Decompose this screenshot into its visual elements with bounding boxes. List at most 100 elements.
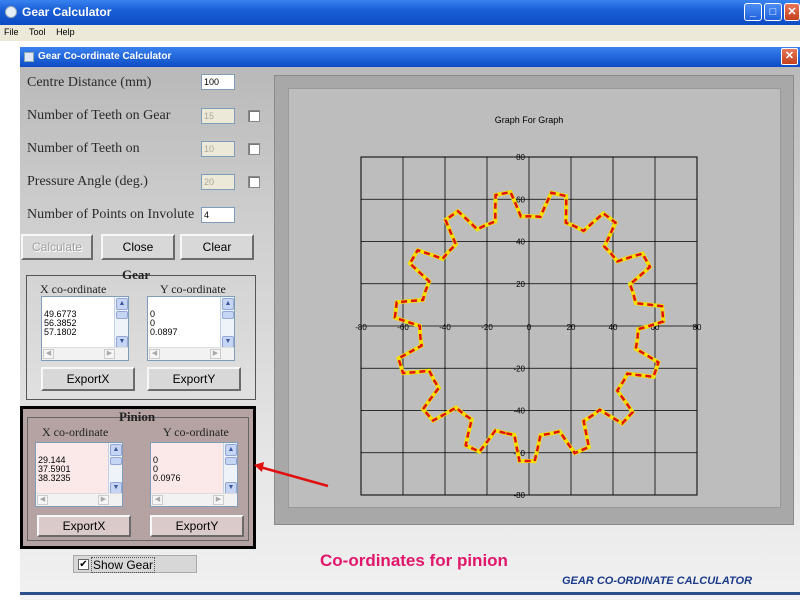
scroll-right-icon[interactable]: ▶ (104, 349, 115, 359)
vertical-scrollbar[interactable]: ▲ ▼ (223, 443, 237, 495)
show-gear-control[interactable]: ✔ Show Gear (73, 555, 197, 573)
scroll-thumb[interactable] (225, 457, 237, 465)
scroll-left-icon[interactable]: ◀ (149, 349, 160, 359)
scroll-thumb[interactable] (116, 311, 128, 319)
pressure-angle-checkbox[interactable] (248, 176, 260, 188)
teeth-on-checkbox[interactable] (248, 143, 260, 155)
maximize-button[interactable]: □ (764, 3, 782, 21)
pinion-highlight-box: Pinion X co-ordinate Y co-ordinate 29.14… (20, 406, 256, 549)
window-bottom-border (20, 592, 800, 595)
gear-x-list[interactable]: 49.6773 56.3852 57.1802 ▲ ▼ ◀ ▶ (41, 296, 129, 361)
graph-frame: Graph For Graph -80 -60 -40 -20 0 20 40 60 80 -80 -… (274, 75, 794, 525)
involute-points-field[interactable]: 4 (201, 207, 235, 223)
gear-y-title: Y co-ordinate (160, 282, 226, 296)
pinion-export-x-button[interactable]: ExportX (37, 515, 131, 537)
scroll-thumb[interactable] (222, 311, 234, 319)
vertical-scrollbar[interactable]: ▲ ▼ (220, 297, 234, 349)
graph-panel: Graph For Graph -80 -60 -40 -20 0 20 40 60 80 -80 -… (288, 88, 781, 508)
scroll-up-icon[interactable]: ▲ (225, 444, 237, 456)
involute-points-label: Number of Points on Involute (27, 207, 195, 222)
horizontal-scrollbar[interactable]: ◀ ▶ (148, 347, 234, 360)
teeth-gear-field[interactable]: 15 (201, 108, 235, 124)
horizontal-scrollbar[interactable]: ◀ ▶ (151, 493, 237, 506)
x-tick-label: -20 (481, 323, 493, 332)
vertical-scrollbar[interactable]: ▲ ▼ (108, 443, 122, 495)
scroll-up-icon[interactable]: ▲ (110, 444, 122, 456)
pinion-x-title: X co-ordinate (42, 425, 109, 439)
centre-distance-field[interactable]: 100 (201, 74, 235, 90)
pinion-y-list[interactable]: 0 0 0.0976 ▲ ▼ ◀ ▶ (150, 442, 238, 507)
pinion-export-y-button[interactable]: ExportY (150, 515, 244, 537)
pinion-x-values: 29.144 37.5901 38.3235 (38, 456, 71, 483)
menu-tool[interactable]: Tool (25, 25, 50, 37)
pressure-angle-field[interactable]: 20 (201, 174, 235, 190)
scroll-left-icon[interactable]: ◀ (43, 349, 54, 359)
menu-file[interactable]: File (0, 25, 23, 37)
y-tick-label: 40 (516, 238, 525, 247)
child-close-button[interactable]: ✕ (781, 48, 798, 65)
gear-y-value: 0.0897 (150, 327, 178, 337)
x-tick-label: -80 (355, 323, 367, 332)
vertical-scrollbar[interactable]: ▲ ▼ (114, 297, 128, 349)
y-tick-label: -20 (513, 364, 525, 373)
show-gear-checkbox[interactable]: ✔ (78, 559, 89, 570)
scroll-right-icon[interactable]: ▶ (98, 495, 109, 505)
gear-y-list[interactable]: 0 0 0.0897 ▲ ▼ ◀ ▶ (147, 296, 235, 361)
pinion-group-title: Pinion (119, 409, 156, 424)
x-tick-label: 40 (609, 323, 618, 332)
footer-title: GEAR CO-ORDINATE CALCULATOR (562, 575, 753, 587)
minimize-button[interactable]: _ (744, 3, 762, 21)
scroll-thumb[interactable] (110, 457, 122, 465)
gear-export-y-button[interactable]: ExportY (147, 367, 241, 391)
pinion-annotation: Co-ordinates for pinion (320, 551, 508, 570)
scroll-right-icon[interactable]: ▶ (210, 349, 221, 359)
pinion-y-values: 0 0 0.0976 (153, 456, 181, 483)
scroll-up-icon[interactable]: ▲ (116, 298, 128, 310)
close-button[interactable]: Close (101, 234, 175, 260)
x-tick-label: 20 (567, 323, 576, 332)
pinion-y-title: Y co-ordinate (163, 425, 229, 439)
clear-button[interactable]: Clear (180, 234, 254, 260)
menu-bar: File Tool Help (0, 25, 800, 41)
pinion-group: Pinion X co-ordinate Y co-ordinate 29.14… (27, 409, 249, 541)
teeth-on-field[interactable]: 10 (201, 141, 235, 157)
scroll-up-icon[interactable]: ▲ (222, 298, 234, 310)
y-tick-label: -40 (513, 407, 525, 416)
pinion-x-value: 38.3235 (38, 473, 71, 483)
calculator-panel: Centre Distance (mm) 100 Number of Teeth… (20, 67, 800, 600)
window-title: Gear Calculator (22, 5, 112, 19)
y-tick-label: 80 (516, 153, 525, 162)
teeth-gear-label: Number of Teeth on Gear (27, 108, 171, 123)
pinion-x-list[interactable]: 29.144 37.5901 38.3235 ▲ ▼ ◀ ▶ (35, 442, 123, 507)
gear-graph: Graph For Graph -80 -60 -40 -20 0 20 40 60 80 -80 -… (355, 115, 702, 500)
window-titlebar: Gear Calculator _ □ ✕ (0, 0, 800, 25)
horizontal-scrollbar[interactable]: ◀ ▶ (42, 347, 128, 360)
menu-help[interactable]: Help (52, 25, 79, 37)
x-tick-label: 80 (693, 323, 702, 332)
child-window-titlebar: Gear Co-ordinate Calculator ✕ (20, 47, 800, 67)
y-tick-label: 20 (516, 280, 525, 289)
gear-x-value: 57.1802 (44, 327, 77, 337)
centre-distance-label: Centre Distance (mm) (27, 75, 152, 90)
y-tick-label: 60 (516, 195, 525, 204)
teeth-gear-checkbox[interactable] (248, 110, 260, 122)
horizontal-scrollbar[interactable]: ◀ ▶ (36, 493, 122, 506)
child-window-icon (24, 52, 34, 62)
scroll-left-icon[interactable]: ◀ (152, 495, 163, 505)
gear-y-values: 0 0 0.0897 (150, 310, 178, 337)
app-icon (5, 6, 17, 18)
y-tick-label: -80 (513, 491, 525, 500)
show-gear-label: Show Gear (91, 557, 156, 573)
gear-export-x-button[interactable]: ExportX (41, 367, 135, 391)
chart-title: Graph For Graph (495, 115, 564, 125)
gear-x-title: X co-ordinate (40, 282, 107, 296)
close-window-button[interactable]: ✕ (784, 3, 800, 21)
gear-group: Gear X co-ordinate Y co-ordinate 49.6773… (26, 267, 256, 400)
teeth-on-label: Number of Teeth on (27, 141, 140, 156)
scroll-left-icon[interactable]: ◀ (37, 495, 48, 505)
calculate-button[interactable]: Calculate (21, 234, 93, 260)
pinion-y-value: 0.0976 (153, 473, 181, 483)
annotation-arrow-icon (254, 462, 329, 488)
scroll-right-icon[interactable]: ▶ (213, 495, 224, 505)
pressure-angle-label: Pressure Angle (deg.) (27, 174, 148, 189)
